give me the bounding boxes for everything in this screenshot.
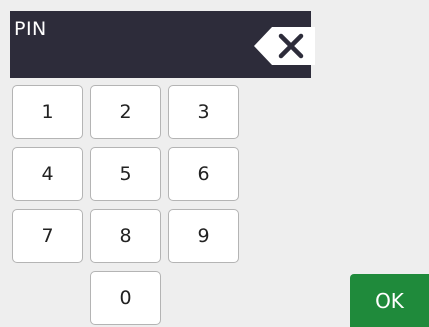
keypad-key-6[interactable]: 6 <box>168 147 239 201</box>
pin-label: PIN <box>14 18 47 40</box>
backspace-icon <box>254 27 315 65</box>
pin-display: PIN <box>10 11 315 78</box>
keypad-key-8[interactable]: 8 <box>90 209 161 263</box>
keypad-key-0[interactable]: 0 <box>90 271 161 325</box>
keypad-key-7[interactable]: 7 <box>12 209 83 263</box>
backspace-button[interactable] <box>252 25 317 67</box>
keypad-key-2[interactable]: 2 <box>90 85 161 139</box>
ok-button[interactable]: OK <box>350 274 429 327</box>
keypad-key-5[interactable]: 5 <box>90 147 161 201</box>
keypad-key-4[interactable]: 4 <box>12 147 83 201</box>
keypad-key-9[interactable]: 9 <box>168 209 239 263</box>
keypad-key-1[interactable]: 1 <box>12 85 83 139</box>
keypad-key-3[interactable]: 3 <box>168 85 239 139</box>
